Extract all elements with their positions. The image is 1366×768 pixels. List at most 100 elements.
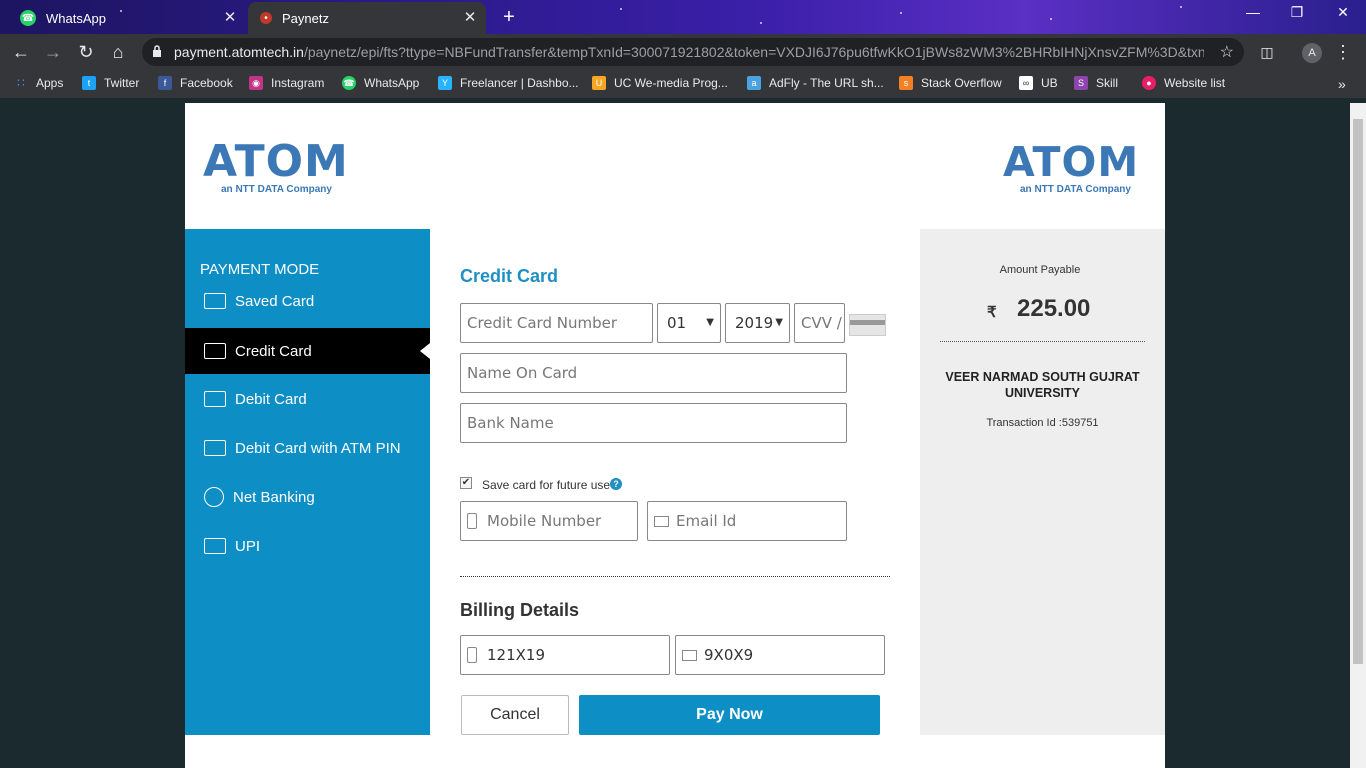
bookmark-uc[interactable]: U UC We-media Prog... <box>592 76 728 90</box>
bookmark-stackoverflow[interactable]: s Stack Overflow <box>899 76 1002 90</box>
new-tab-button[interactable]: + <box>498 6 520 29</box>
cvv-input[interactable]: CVV / <box>794 303 845 343</box>
uc-icon: U <box>592 76 606 90</box>
whatsapp-icon: ☎ <box>342 76 356 90</box>
restore-button[interactable]: ❐ <box>1274 4 1320 21</box>
amount-payable-label: Amount Payable <box>999 264 1081 276</box>
atom-logo-left: ATOM an NTT DATA Company <box>203 136 349 196</box>
help-icon[interactable]: ? <box>610 478 622 490</box>
tab-title: WhatsApp <box>46 10 106 26</box>
globe-icon <box>204 487 224 507</box>
back-arrow-icon[interactable]: ← <box>10 41 32 63</box>
home-icon[interactable]: ⌂ <box>107 41 129 63</box>
payment-mode-sidebar: PAYMENT MODE Saved Card Credit Card Debi… <box>185 229 430 735</box>
scrollbar-thumb[interactable] <box>1353 119 1363 664</box>
dropdown-caret-icon: ▼ <box>775 317 783 328</box>
atom-logo-right: ATOM an NTT DATA Company <box>1003 138 1140 195</box>
mail-icon <box>654 515 669 527</box>
sidebar-item-debit-card[interactable]: Debit Card <box>185 376 430 422</box>
amount-summary-panel: Amount Payable ₹ 225.00 VEER NARMAD SOUT… <box>920 229 1165 735</box>
dropdown-caret-icon: ▼ <box>706 317 714 328</box>
credit-card-icon <box>204 343 226 359</box>
sidebar-item-saved-card[interactable]: Saved Card <box>185 278 430 324</box>
bookmark-adfly[interactable]: a AdFly - The URL sh... <box>747 76 884 90</box>
pay-now-button[interactable]: Pay Now <box>579 695 880 735</box>
website-list-icon: ● <box>1142 76 1156 90</box>
url-text: payment.atomtech.in/paynetz/epi/fts?ttyp… <box>174 44 1204 60</box>
billing-email-input[interactable]: 9X0X9 <box>675 635 885 675</box>
expiry-year-select[interactable]: 2019 ▼ <box>725 303 790 343</box>
bookmark-facebook[interactable]: f Facebook <box>158 76 233 90</box>
cancel-button[interactable]: Cancel <box>461 695 569 735</box>
sidebar-item-upi[interactable]: UPI <box>185 523 430 569</box>
whatsapp-icon: ☎ <box>20 10 36 26</box>
card-back-cvv-icon <box>849 314 886 336</box>
instagram-icon: ◉ <box>249 76 263 90</box>
page-scrollbar[interactable] <box>1350 103 1366 768</box>
close-tab-icon[interactable]: ✕ <box>462 10 478 26</box>
section-divider <box>460 576 890 577</box>
apps-grid-icon: ∷ <box>17 76 25 90</box>
form-title: Credit Card <box>460 266 559 286</box>
phone-icon <box>467 647 477 663</box>
sidebar-item-credit-card[interactable]: Credit Card <box>185 328 430 374</box>
freelancer-icon: Y <box>438 76 452 90</box>
stackoverflow-icon: s <box>899 76 913 90</box>
billing-details-heading: Billing Details <box>460 600 580 620</box>
menu-kebab-icon[interactable]: ⋮ <box>1332 41 1354 63</box>
bookmark-instagram[interactable]: ◉ Instagram <box>249 76 324 90</box>
ub-icon: ∞ <box>1019 76 1033 90</box>
facebook-icon: f <box>158 76 172 90</box>
minimize-button[interactable]: — <box>1230 4 1276 20</box>
sidebar-item-debit-atm-pin[interactable]: Debit Card with ATM PIN <box>185 425 430 471</box>
tab-whatsapp[interactable]: ☎ WhatsApp ✕ <box>8 2 246 34</box>
mail-icon <box>682 649 697 661</box>
phone-icon <box>467 513 477 529</box>
browser-toolbar: ← → ↻ ⌂ payment.atomtech.in/paynetz/epi/… <box>0 34 1366 70</box>
currency-symbol: ₹ <box>987 304 997 321</box>
wallet-icon <box>204 293 226 309</box>
profile-avatar[interactable]: A <box>1302 43 1322 63</box>
email-input[interactable]: Email Id <box>647 501 847 541</box>
atm-card-icon <box>204 440 226 456</box>
bookmark-website-list[interactable]: ● Website list <box>1142 76 1225 90</box>
tab-paynetz[interactable]: • Paynetz ✕ <box>248 2 486 34</box>
paynetz-icon: • <box>260 12 272 24</box>
bookmark-skill[interactable]: S Skill <box>1074 76 1118 90</box>
bookmark-apps[interactable]: ∷ Apps <box>14 76 63 90</box>
expiry-month-select[interactable]: 01 ▼ <box>657 303 721 343</box>
bookmarks-bar: ∷ Apps t Twitter f Facebook ◉ Instagram ☎ Wha… <box>0 70 1366 98</box>
tab-title: Paynetz <box>282 10 329 26</box>
bookmarks-overflow-icon[interactable]: » <box>1338 76 1346 92</box>
skill-icon: S <box>1074 76 1088 90</box>
sidebar-item-net-banking[interactable]: Net Banking <box>185 474 430 520</box>
close-tab-icon[interactable]: ✕ <box>222 10 238 26</box>
close-window-button[interactable]: ✕ <box>1320 4 1366 21</box>
merchant-name: VEER NARMAD SOUTH GUJRAT UNIVERSITY <box>945 370 1140 400</box>
summary-divider <box>940 341 1145 342</box>
save-card-label: Save card for future use <box>482 478 611 492</box>
bookmark-ub[interactable]: ∞ UB <box>1019 76 1058 90</box>
transaction-id: Transaction Id :539751 <box>986 417 1099 429</box>
lock-icon <box>153 45 161 57</box>
mobile-number-input[interactable]: Mobile Number <box>460 501 638 541</box>
forward-arrow-icon[interactable]: → <box>42 41 64 63</box>
bookmark-freelancer[interactable]: Y Freelancer | Dashbo... <box>438 76 579 90</box>
bookmark-twitter[interactable]: t Twitter <box>82 76 139 90</box>
billing-mobile-input[interactable]: 121X19 <box>460 635 670 675</box>
twitter-icon: t <box>82 76 96 90</box>
reload-icon[interactable]: ↻ <box>75 41 97 63</box>
address-bar[interactable]: payment.atomtech.in/paynetz/epi/fts?ttyp… <box>142 38 1244 66</box>
debit-card-icon <box>204 391 226 407</box>
name-on-card-input[interactable]: Name On Card <box>460 353 847 393</box>
bookmark-star-icon[interactable]: ☆ <box>1220 42 1234 62</box>
card-number-input[interactable]: Credit Card Number <box>460 303 653 343</box>
adfly-icon: a <box>747 76 761 90</box>
cast-icon[interactable]: ◫ <box>1256 41 1278 63</box>
amount-value: 225.00 <box>1017 295 1091 322</box>
payment-mode-heading: PAYMENT MODE <box>200 261 320 278</box>
save-card-checkbox[interactable]: ✔ <box>460 477 472 489</box>
bank-name-input[interactable]: Bank Name <box>460 403 847 443</box>
browser-titlebar: ☎ WhatsApp ✕ • Paynetz ✕ + — ❐ ✕ <box>0 0 1366 34</box>
bookmark-whatsapp[interactable]: ☎ WhatsApp <box>342 76 419 90</box>
